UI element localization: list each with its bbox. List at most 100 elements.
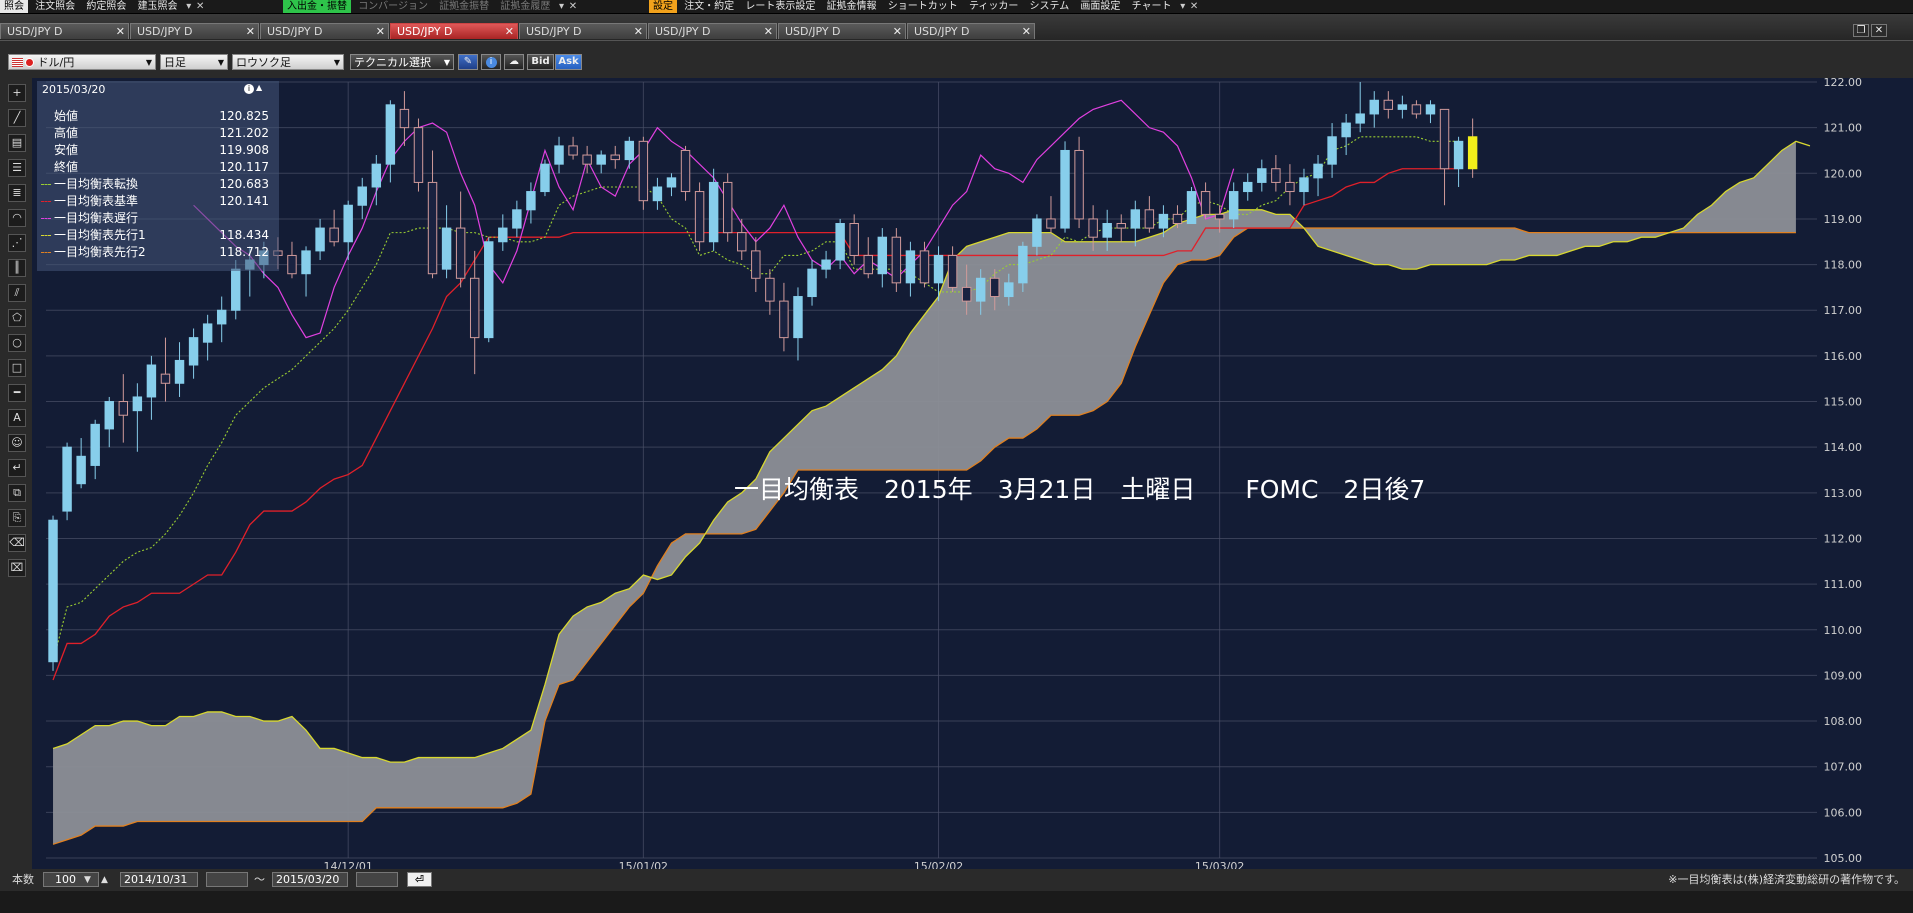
tab-usdjpy-active[interactable]: USD/JPY D ✕ xyxy=(390,23,518,39)
tab-usdjpy-5[interactable]: USD/JPY D ✕ xyxy=(519,23,647,39)
pitchfork-icon[interactable]: ⫽ xyxy=(8,284,26,302)
close-icon[interactable]: ✕ xyxy=(893,24,902,40)
eraser-all-icon[interactable]: ⌧ xyxy=(8,559,26,577)
timeframe-select[interactable]: 日足 ▼ xyxy=(160,54,228,70)
fan-lines-icon[interactable]: ⋰ xyxy=(8,234,26,252)
apply-return-icon[interactable]: ⏎ xyxy=(407,872,432,887)
info-row-value: 118.712 xyxy=(219,245,269,259)
candle-body xyxy=(90,423,100,466)
menu-item-system[interactable]: システム xyxy=(1026,0,1074,13)
candle-body xyxy=(1102,223,1112,238)
candle-body xyxy=(484,241,494,339)
menu-item-conversion[interactable]: コンバージョン xyxy=(354,0,432,13)
y-tick-label: 119.00 xyxy=(1824,213,1863,226)
chart-style-value: ロウソク足 xyxy=(236,56,291,69)
menu-item-margin-info[interactable]: 証拠金情報 xyxy=(823,0,881,13)
candle-body xyxy=(708,181,719,243)
close-icon[interactable]: ✕ xyxy=(246,24,255,40)
chevron-down-icon[interactable]: ▾ xyxy=(558,0,566,13)
menu-item-screen-settings[interactable]: 画面設定 xyxy=(1076,0,1124,13)
info-icon[interactable]: i xyxy=(481,54,501,70)
cloud-icon[interactable]: ☁ xyxy=(504,54,524,70)
tab-usdjpy-8[interactable]: USD/JPY D ✕ xyxy=(907,23,1035,39)
close-icon[interactable]: ✕ xyxy=(116,24,125,40)
text-icon[interactable]: A xyxy=(8,409,26,427)
menu-item-order-inquiry[interactable]: 注文照会 xyxy=(31,0,79,13)
to-time-input[interactable] xyxy=(356,872,398,887)
menu-item-margin-history[interactable]: 証拠金履歴 xyxy=(496,0,554,13)
chevron-down-icon[interactable]: ▾ xyxy=(1179,0,1187,13)
chevron-down-icon[interactable]: ▾ xyxy=(185,0,193,13)
close-icon[interactable]: ✕ xyxy=(196,0,204,13)
fibonacci-lines-icon[interactable]: ≣ xyxy=(8,184,26,202)
bid-button[interactable]: Bid xyxy=(527,54,554,70)
candle-body xyxy=(1186,191,1197,225)
candle-body xyxy=(652,186,663,202)
horizontal-lines-icon[interactable]: ☰ xyxy=(8,159,26,177)
trendline-icon[interactable]: ╱ xyxy=(8,109,26,127)
technical-select[interactable]: テクニカル選択 ▼ xyxy=(350,54,454,70)
from-date-input[interactable]: 2014/10/31 xyxy=(120,872,198,887)
circle-icon[interactable]: ○ xyxy=(8,334,26,352)
info-row-value: 118.434 xyxy=(219,228,269,242)
chevron-up-icon[interactable]: ▲ xyxy=(101,869,108,891)
close-icon[interactable]: ✕ xyxy=(569,0,577,13)
smiley-icon[interactable]: ☺ xyxy=(8,434,26,452)
menu-group-label-settings[interactable]: 設定 xyxy=(649,0,677,13)
close-window-icon[interactable]: ✕ xyxy=(1871,24,1887,37)
close-icon[interactable]: ✕ xyxy=(505,24,514,40)
info-row-value: 121.202 xyxy=(219,126,269,140)
menu-item-margin-transfer[interactable]: 証拠金振替 xyxy=(435,0,493,13)
crosshair-icon[interactable]: + xyxy=(8,84,26,102)
collapse-icon[interactable]: ▲ xyxy=(256,83,262,92)
jp-flag-icon xyxy=(25,58,34,67)
menu-group-label-deposit[interactable]: 入出金・振替 xyxy=(283,0,351,13)
candle-body xyxy=(512,209,522,229)
undo-icon[interactable]: ↵ xyxy=(8,459,26,477)
menu-item-ticker[interactable]: ティッカー xyxy=(965,0,1022,13)
currency-pair-select[interactable]: ドル/円 ▼ xyxy=(8,54,156,70)
count-label: 本数 xyxy=(12,873,34,886)
paste-icon[interactable]: ⎘ xyxy=(8,509,26,527)
tab-usdjpy-3[interactable]: USD/JPY D ✕ xyxy=(260,23,389,39)
info-row: 安値 119.908 xyxy=(37,142,279,159)
menu-group-label-inquiry[interactable]: 照会 xyxy=(0,0,28,13)
fibonacci-arc-icon[interactable]: ◠ xyxy=(8,209,26,227)
ruler-icon[interactable]: ▤ xyxy=(8,134,26,152)
hline-icon[interactable]: ━ xyxy=(8,384,26,402)
info-icon[interactable]: i xyxy=(244,84,254,94)
close-icon[interactable]: ✕ xyxy=(1022,24,1031,40)
to-date-input[interactable]: 2015/03/20 xyxy=(272,872,348,887)
pencil-icon[interactable]: ✎ xyxy=(458,54,478,70)
menu-item-order-settings[interactable]: 注文・約定 xyxy=(680,0,738,13)
from-time-input[interactable] xyxy=(206,872,248,887)
vertical-lines-icon[interactable]: ║ xyxy=(8,259,26,277)
tab-usdjpy-2[interactable]: USD/JPY D ✕ xyxy=(130,23,259,39)
menu-item-chart[interactable]: チャート xyxy=(1128,0,1176,13)
menu-item-rate-display[interactable]: レート表示設定 xyxy=(741,0,819,13)
chevron-down-icon[interactable]: ▼ xyxy=(84,869,91,891)
ichimoku-chart-area[interactable]: 105.00 106.00 107.00 108.00 109.00 110.00 111.… xyxy=(32,76,1913,873)
rectangle-icon[interactable]: □ xyxy=(8,359,26,377)
pentagon-icon[interactable]: ⬠ xyxy=(8,309,26,327)
menu-item-shortcut[interactable]: ショートカット xyxy=(884,0,962,13)
eraser-icon[interactable]: ⌫ xyxy=(8,534,26,552)
close-icon[interactable]: ✕ xyxy=(634,24,643,40)
tab-usdjpy-1[interactable]: USD/JPY D ✕ xyxy=(0,23,129,39)
tab-usdjpy-7[interactable]: USD/JPY D ✕ xyxy=(778,23,906,39)
copy-icon[interactable]: ⧉ xyxy=(8,484,26,502)
ask-button[interactable]: Ask xyxy=(555,54,582,70)
restore-window-icon[interactable]: ❐ xyxy=(1853,24,1869,37)
candle-body xyxy=(62,446,72,512)
tab-usdjpy-6[interactable]: USD/JPY D ✕ xyxy=(648,23,777,39)
close-icon[interactable]: ✕ xyxy=(764,24,773,40)
close-icon[interactable]: ✕ xyxy=(1190,0,1198,13)
info-row: 一目均衡表先行1 118.434 xyxy=(37,227,279,244)
y-tick-label: 112.00 xyxy=(1824,532,1863,545)
menu-item-execution-inquiry[interactable]: 約定照会 xyxy=(82,0,130,13)
candle-body xyxy=(413,127,424,183)
close-icon[interactable]: ✕ xyxy=(376,24,385,40)
chart-style-select[interactable]: ロウソク足 ▼ xyxy=(232,54,344,70)
menu-item-position-inquiry[interactable]: 建玉照会 xyxy=(134,0,182,13)
candle-body xyxy=(624,140,635,161)
